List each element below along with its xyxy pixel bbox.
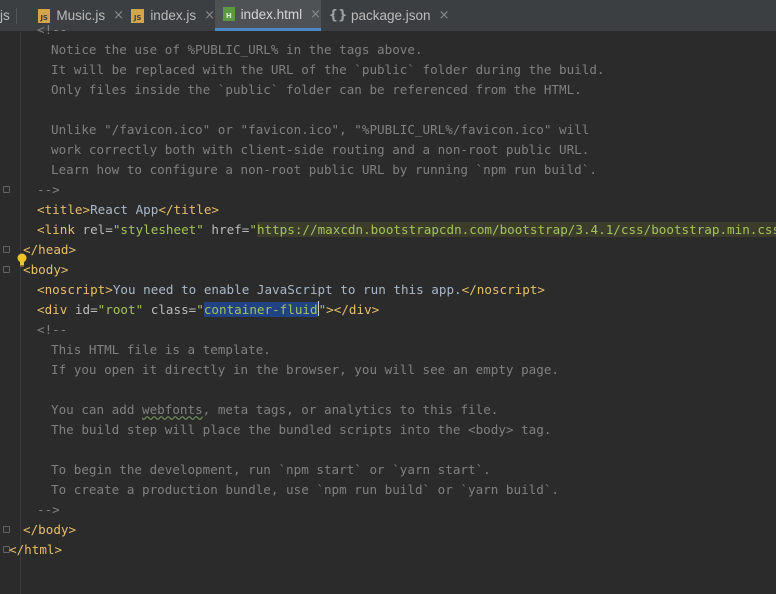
- close-icon[interactable]: ×: [204, 8, 215, 23]
- tab-index-js[interactable]: JS index.js ×: [131, 0, 215, 31]
- tab-label: index.html: [240, 6, 303, 22]
- code-line-div: <div id="root" class="container-fluid"><…: [37, 301, 380, 317]
- code-line: It will be replaced with the URL of the …: [51, 62, 605, 77]
- code-line: </html>: [9, 542, 63, 557]
- code-line: <body>: [23, 262, 69, 277]
- tab-label: package.json: [351, 8, 431, 23]
- code-line: Learn how to configure a non-root public…: [51, 162, 597, 177]
- tab-label: index.js: [150, 8, 197, 23]
- tab-index-html[interactable]: H index.html ×: [215, 0, 321, 31]
- code-line: You can add webfonts, meta tags, or anal…: [51, 402, 499, 417]
- json-file-icon: {}: [328, 7, 348, 23]
- tab-package-json[interactable]: {} package.json ×: [328, 0, 450, 31]
- code-line-title: <title>React App</title>: [37, 202, 219, 217]
- code-line: This HTML file is a template.: [51, 342, 271, 357]
- close-icon[interactable]: ×: [310, 7, 321, 22]
- code-line: If you open it directly in the browser, …: [51, 362, 559, 377]
- code-line: Only files inside the `public` folder ca…: [51, 82, 582, 97]
- code-line-link: <link rel="stylesheet" href="https://max…: [37, 220, 776, 240]
- editor-tab-bar: js JS Music.js × JS index.js × H index.h…: [0, 0, 776, 32]
- code-line: <!--: [37, 22, 68, 37]
- tab-divider: [16, 8, 17, 24]
- stylesheet-url-link[interactable]: https://maxcdn.bootstrapcdn.com/bootstra…: [256, 222, 776, 237]
- code-line: To create a production bundle, use `npm …: [51, 482, 559, 497]
- code-line: The build step will place the bundled sc…: [51, 422, 552, 437]
- close-icon[interactable]: ×: [113, 8, 124, 23]
- code-line: work correctly both with client-side rou…: [51, 142, 590, 157]
- tab-label: js: [0, 8, 10, 23]
- code-line: </head>: [23, 242, 77, 257]
- tab-partial-js[interactable]: js: [0, 0, 14, 31]
- code-line: </body>: [23, 522, 77, 537]
- code-line: -->: [37, 182, 60, 197]
- code-line: Unlike "/favicon.ico" or "favicon.ico", …: [51, 122, 590, 137]
- spellcheck-word: webfonts: [142, 402, 203, 417]
- html-file-icon: H: [223, 7, 235, 21]
- code-editor[interactable]: <!-- Notice the use of %PUBLIC_URL% in t…: [0, 22, 776, 594]
- code-line: To begin the development, run `npm start…: [51, 462, 491, 477]
- close-icon[interactable]: ×: [439, 8, 450, 23]
- code-line: -->: [37, 502, 60, 517]
- js-file-icon: JS: [131, 8, 145, 23]
- code-line: <!--: [37, 322, 68, 337]
- selected-text[interactable]: container-fluid: [203, 302, 318, 317]
- code-line: Notice the use of %PUBLIC_URL% in the ta…: [51, 42, 423, 57]
- code-line-noscript: <noscript>You need to enable JavaScript …: [37, 282, 546, 297]
